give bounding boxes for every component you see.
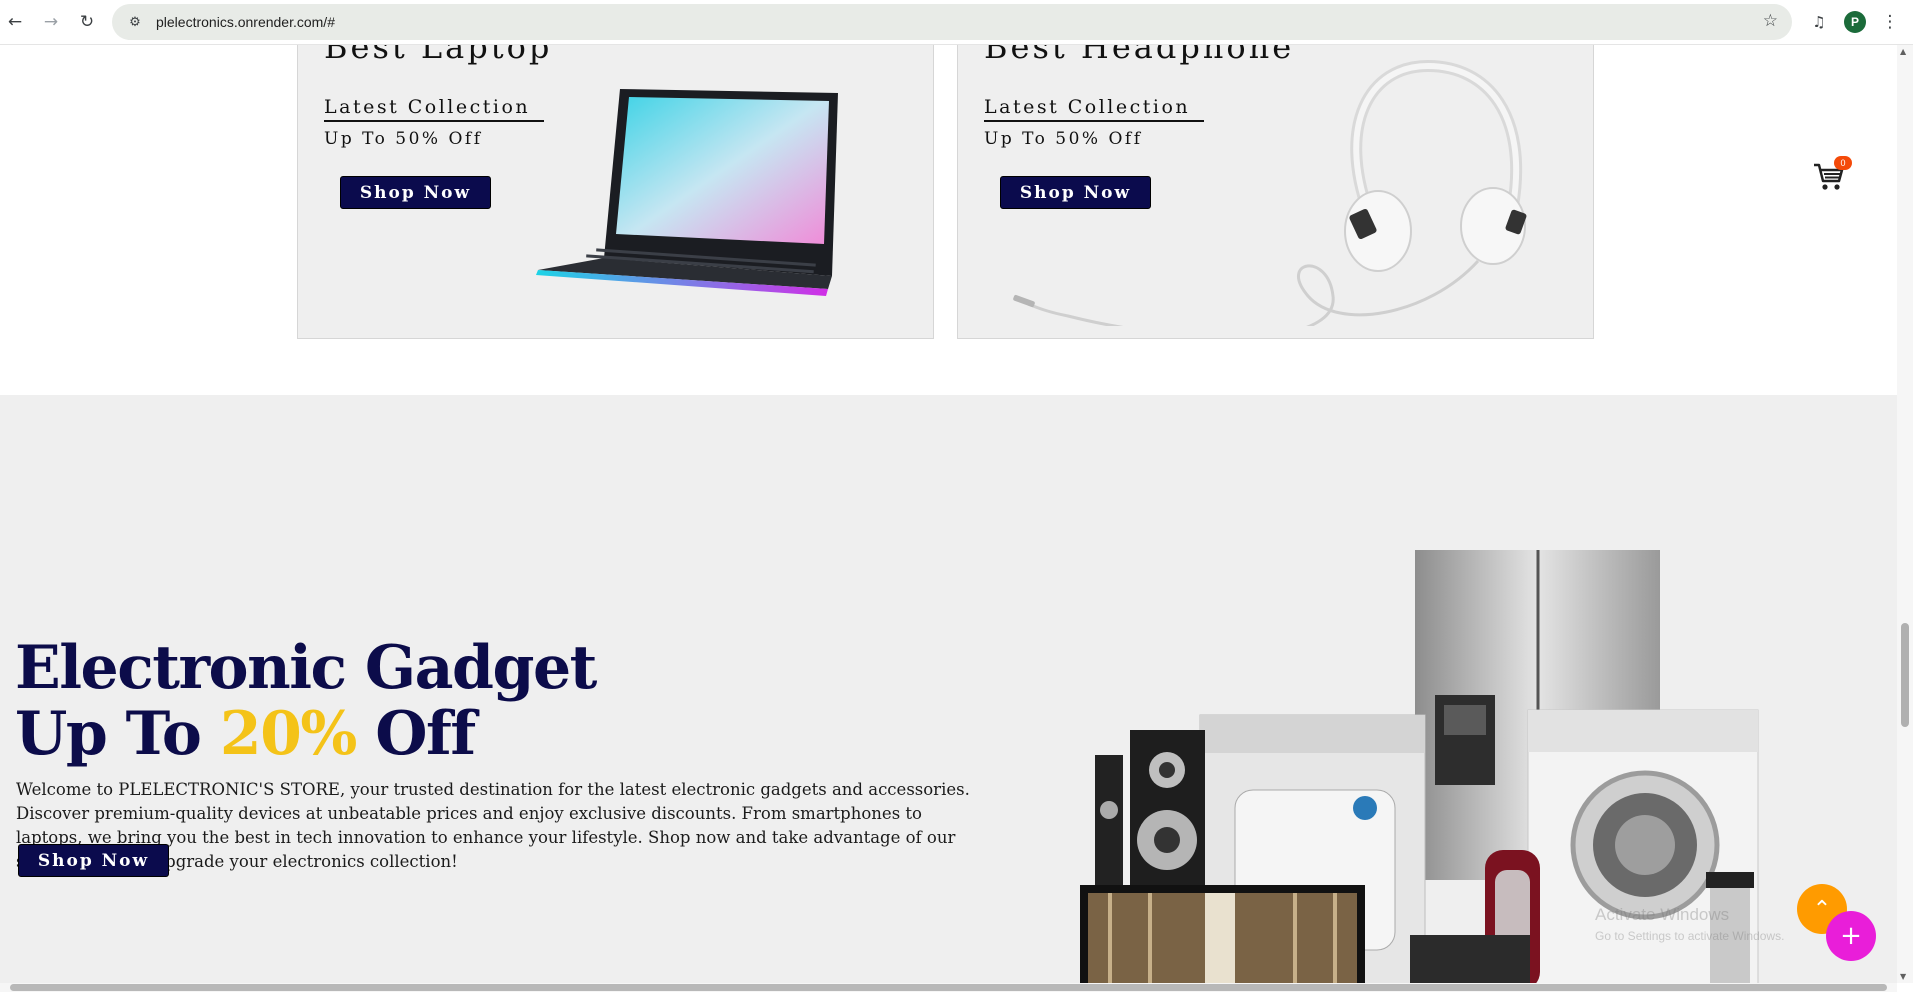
url-text[interactable]: plelectronics.onrender.com/# — [156, 14, 335, 30]
chevron-up-icon: ⌃ — [1812, 896, 1832, 922]
card-title: Best Laptop — [324, 45, 553, 66]
hero-shop-now-button[interactable]: Shop Now — [18, 844, 169, 877]
browser-toolbar: ← → ↻ ⚙ plelectronics.onrender.com/# ☆ ♫… — [0, 0, 1913, 45]
promo-card-headphone: Best Headphone Latest Collection Up To 5… — [957, 45, 1594, 339]
horizontal-scrollbar-thumb[interactable] — [10, 984, 1887, 991]
address-bar[interactable]: ⚙ plelectronics.onrender.com/# ☆ — [112, 4, 1792, 40]
scroll-down-arrow-icon[interactable]: ▼ — [1900, 972, 1906, 981]
forward-arrow-icon[interactable]: → — [38, 9, 64, 35]
vertical-scrollbar-thumb[interactable] — [1901, 623, 1909, 727]
laptop-image — [536, 89, 838, 296]
hero-heading: Electronic Gadget Up To 20% Off — [15, 633, 597, 767]
shop-now-button[interactable]: Shop Now — [340, 176, 491, 209]
profile-button[interactable]: P — [1842, 9, 1868, 35]
hero-heading-line2: Up To 20% Off — [15, 701, 596, 767]
back-arrow-icon[interactable]: ← — [2, 9, 28, 35]
card-subtitle: Latest Collection — [324, 96, 544, 122]
page-viewport: Best Laptop Latest Collection Up To 50% … — [0, 45, 1897, 983]
avatar: P — [1844, 11, 1866, 33]
menu-kebab-icon[interactable]: ⋮ — [1878, 9, 1902, 35]
watermark-subtitle: Go to Settings to activate Windows. — [1595, 929, 1785, 943]
windows-activation-watermark: Activate Windows Go to Settings to activ… — [1595, 905, 1784, 943]
site-settings-icon[interactable]: ⚙ — [126, 13, 144, 31]
promo-card-laptop: Best Laptop Latest Collection Up To 50% … — [297, 45, 934, 339]
hero-discount-highlight: 20% — [219, 699, 358, 769]
bookmark-star-icon[interactable]: ☆ — [1763, 11, 1778, 31]
cart-button[interactable]: 0 — [1812, 156, 1852, 192]
vertical-scrollbar[interactable]: ▲ ▼ — [1897, 45, 1913, 983]
card-offer: Up To 50% Off — [324, 129, 483, 149]
hero-section: Electronic Gadget Up To 20% Off Welcome … — [0, 395, 1897, 983]
horizontal-scrollbar[interactable] — [0, 983, 1897, 992]
hero-heading-line1: Electronic Gadget — [15, 633, 597, 703]
floating-add-button[interactable]: + — [1826, 911, 1876, 961]
plus-icon: + — [1840, 921, 1862, 951]
watermark-title: Activate Windows — [1595, 905, 1730, 924]
scroll-up-arrow-icon[interactable]: ▲ — [1900, 47, 1906, 56]
reload-icon[interactable]: ↻ — [74, 9, 100, 35]
cart-count-badge: 0 — [1834, 156, 1852, 170]
headphone-image — [1013, 59, 1527, 326]
hero-heading-prefix: Up To — [15, 699, 220, 769]
hero-heading-suffix: Off — [355, 699, 476, 769]
media-control-icon[interactable]: ♫ — [1806, 9, 1832, 35]
